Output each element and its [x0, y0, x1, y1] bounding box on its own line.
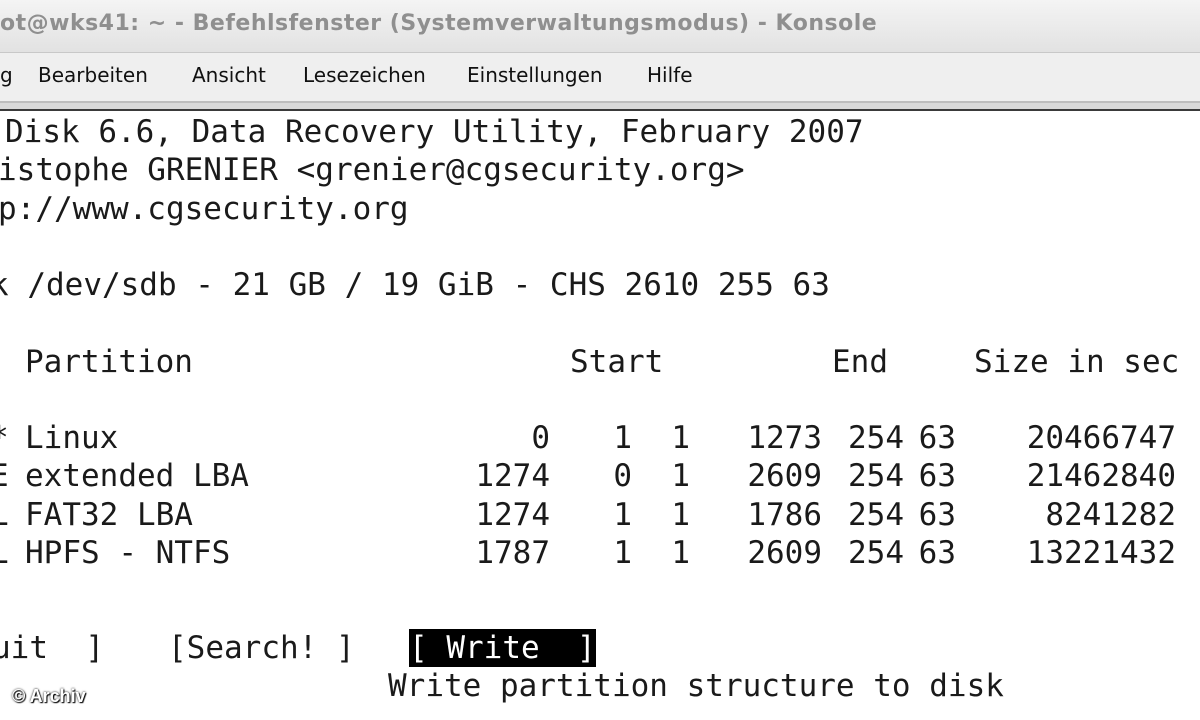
start-sector: 1: [671, 458, 690, 494]
quit-button[interactable]: uit ]: [0, 629, 104, 667]
window-title: ot@wks41: ~ - Befehlsfenster (Systemverw…: [0, 11, 878, 36]
start-sector: 1: [671, 420, 690, 456]
status-hint: Write partition structure to disk: [388, 668, 1004, 704]
program-banner: Disk 6.6, Data Recovery Utility, Februar…: [5, 114, 864, 150]
write-button[interactable]: [ Write ]: [409, 629, 596, 667]
start-head: 1: [613, 535, 632, 571]
end-head: 254: [848, 535, 904, 571]
size-sectors: 8241282: [1045, 497, 1176, 533]
menu-item-settings[interactable]: Einstellungen: [467, 63, 603, 87]
end-head: 254: [848, 458, 904, 494]
start-cylinder: 0: [531, 420, 550, 456]
title-bar[interactable]: ot@wks41: ~ - Befehlsfenster (Systemverw…: [0, 0, 1200, 53]
partition-flag: E: [0, 457, 9, 495]
author-line: istophe GRENIER <grenier@cgsecurity.org>: [0, 152, 745, 188]
start-head: 1: [613, 497, 632, 533]
menu-bar: g Bearbeiten Ansicht Lesezeichen Einstel…: [0, 53, 1200, 101]
column-size: Size in sec: [974, 344, 1180, 380]
end-head: 254: [848, 497, 904, 533]
menu-item-bookmarks[interactable]: Lesezeichen: [303, 63, 426, 87]
column-partition: Partition: [25, 344, 193, 380]
partition-flag: *: [0, 419, 9, 457]
partition-type: HPFS - NTFS: [25, 535, 231, 571]
search-button[interactable]: [Search! ]: [168, 629, 355, 667]
end-cylinder: 2609: [747, 458, 822, 494]
partition-flag: L: [0, 496, 9, 534]
terminal-area[interactable]: Disk 6.6, Data Recovery Utility, Februar…: [0, 111, 1200, 720]
column-start: Start: [570, 344, 664, 380]
end-cylinder: 1273: [747, 420, 822, 456]
start-head: 1: [613, 420, 632, 456]
disk-info-line: k /dev/sdb - 21 GB / 19 GiB - CHS 2610 2…: [0, 267, 830, 303]
menu-item-help[interactable]: Hilfe: [647, 63, 693, 87]
start-cylinder: 1787: [475, 535, 550, 571]
size-sectors: 13221432: [1026, 535, 1176, 571]
end-sector: 63: [918, 420, 956, 456]
start-cylinder: 1274: [475, 458, 550, 494]
copyright-watermark: © Archiv: [12, 686, 86, 706]
size-sectors: 20466747: [1026, 420, 1176, 456]
end-cylinder: 2609: [747, 535, 822, 571]
partition-type: FAT32 LBA: [25, 497, 193, 533]
partition-flag: L: [0, 534, 9, 572]
menu-item-view[interactable]: Ansicht: [192, 63, 266, 87]
partition-type: extended LBA: [25, 458, 249, 494]
end-sector: 63: [918, 535, 956, 571]
start-sector: 1: [671, 535, 690, 571]
partition-type: Linux: [25, 420, 119, 456]
start-cylinder: 1274: [475, 497, 550, 533]
menu-item-file[interactable]: g: [0, 63, 13, 87]
end-cylinder: 1786: [747, 497, 822, 533]
menu-item-edit[interactable]: Bearbeiten: [38, 63, 148, 87]
end-sector: 63: [918, 497, 956, 533]
menu-separator: [0, 101, 1200, 111]
start-head: 0: [613, 458, 632, 494]
column-end: End: [832, 344, 888, 380]
end-head: 254: [848, 420, 904, 456]
size-sectors: 21462840: [1026, 458, 1176, 494]
end-sector: 63: [918, 458, 956, 494]
website-line: p://www.cgsecurity.org: [0, 191, 409, 227]
start-sector: 1: [671, 497, 690, 533]
